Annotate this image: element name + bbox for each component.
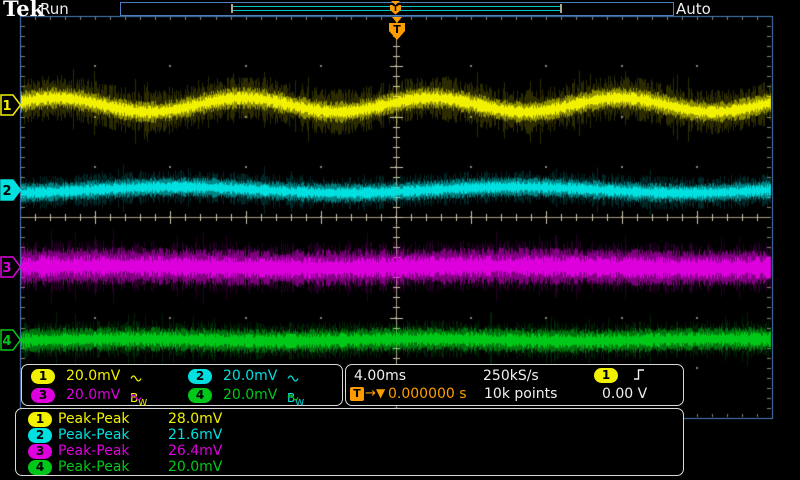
measurement-row: 4 Peak-Peak 20.0mV <box>16 459 683 475</box>
measurement-value: 26.4mV <box>168 443 222 459</box>
channel-1-scale: 20.0mV <box>66 368 120 384</box>
measurement-name: Peak-Peak <box>58 411 130 427</box>
ac-coupling-icon <box>287 373 300 384</box>
trigger-position-readout: 0.000000 s <box>388 386 467 402</box>
measurement-value: 21.6mV <box>168 427 222 443</box>
channel-3-scale: 20.0mV <box>66 387 120 403</box>
ac-coupling-icon <box>130 373 143 384</box>
trigger-t-icon: T <box>350 387 364 401</box>
trigger-source-badge: 1 <box>594 368 618 383</box>
svg-text:1: 1 <box>2 99 11 114</box>
window-bracket-left-icon <box>231 4 233 13</box>
measurement-row: 3 Peak-Peak 26.4mV <box>16 443 683 459</box>
horizontal-scale: 4.00ms <box>354 368 406 384</box>
svg-text:T: T <box>393 23 401 36</box>
rising-edge-icon <box>633 368 645 381</box>
channel-1-badge: 1 <box>28 412 52 427</box>
sample-rate: 250kS/s <box>483 368 539 384</box>
channel-3-position-marker: 3 <box>0 256 22 278</box>
acquisition-status: Run <box>40 0 69 18</box>
oscilloscope-screen: Tek Run Auto T T 1 2 3 4 1 20.0mV BW <box>0 0 800 480</box>
channel-2-position-marker: 2 <box>0 179 22 201</box>
channel-3-badge: 3 <box>31 388 55 403</box>
ac-coupling-icon <box>130 392 143 403</box>
trigger-mode-status: Auto <box>676 0 711 18</box>
trigger-position-marker-icon: T <box>389 1 402 15</box>
channel-1-badge: 1 <box>31 369 55 384</box>
arrow-down-icon: ▼ <box>376 386 385 400</box>
channel-4-position-marker: 4 <box>0 329 22 351</box>
trigger-level-readout: 0.00 V <box>602 386 647 402</box>
svg-text:T: T <box>393 4 399 13</box>
measurements-box: 1 Peak-Peak 28.0mV 2 Peak-Peak 21.6mV 3 … <box>15 408 684 476</box>
measurement-row: 2 Peak-Peak 21.6mV <box>16 427 683 443</box>
channel-4-badge: 4 <box>28 460 52 475</box>
channel-3-badge: 3 <box>28 444 52 459</box>
channel-settings-box: 1 20.0mV BW 2 20.0mV BW 3 20.0mV BW 4 <box>21 364 343 406</box>
measurement-name: Peak-Peak <box>58 427 130 443</box>
window-bracket-right-icon <box>560 4 562 13</box>
channel-4-scale: 20.0mV <box>223 387 277 403</box>
svg-text:4: 4 <box>2 334 11 349</box>
measurement-name: Peak-Peak <box>58 459 130 475</box>
svg-text:3: 3 <box>2 261 11 276</box>
measurement-value: 28.0mV <box>168 411 222 427</box>
horizontal-trigger-box: 4.00ms 250kS/s 1 T → ▼ 0.000000 s 10k po… <box>345 364 684 406</box>
trigger-position-marker-icon: T <box>388 17 406 41</box>
channel-4-badge: 4 <box>188 388 212 403</box>
arrow-right-icon: → <box>365 386 376 401</box>
record-length: 10k points <box>484 386 557 402</box>
channel-2-badge: 2 <box>188 369 212 384</box>
svg-text:2: 2 <box>2 184 11 199</box>
channel-2-badge: 2 <box>28 428 52 443</box>
ac-coupling-icon <box>287 392 300 403</box>
channel-2-scale: 20.0mV <box>223 368 277 384</box>
channel-1-position-marker: 1 <box>0 94 22 116</box>
tek-logo: Tek <box>3 0 44 21</box>
measurement-row: 1 Peak-Peak 28.0mV <box>16 411 683 427</box>
measurement-value: 20.0mV <box>168 459 222 475</box>
measurement-name: Peak-Peak <box>58 443 130 459</box>
